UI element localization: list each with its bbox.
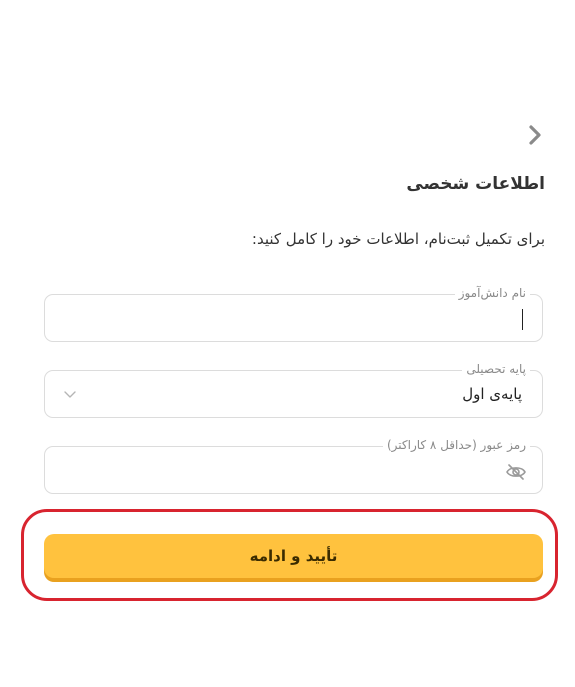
student-name-field[interactable]: نام دانش‌آموز xyxy=(44,286,543,342)
grade-label: پایه تحصیلی xyxy=(462,362,530,376)
grade-select[interactable]: پایه تحصیلی پایه‌ی اول xyxy=(44,362,543,418)
page-description: برای تکمیل ثبت‌نام، اطلاعات خود را کامل … xyxy=(251,230,545,248)
chevron-down-icon xyxy=(64,391,76,398)
text-caret xyxy=(522,309,523,330)
eye-off-icon[interactable] xyxy=(505,462,527,482)
confirm-and-continue-button[interactable]: تأیید و ادامه xyxy=(44,534,543,578)
chevron-right-icon xyxy=(529,125,541,145)
grade-selected-value: پایه‌ی اول xyxy=(462,385,522,403)
student-name-label: نام دانش‌آموز xyxy=(454,286,530,300)
back-button[interactable] xyxy=(524,124,546,146)
page-title: اطلاعات شخصی xyxy=(406,174,545,194)
password-field[interactable]: رمز عبور (حداقل ۸ کاراکتر) xyxy=(44,438,543,494)
password-label: رمز عبور (حداقل ۸ کاراکتر) xyxy=(382,438,530,452)
